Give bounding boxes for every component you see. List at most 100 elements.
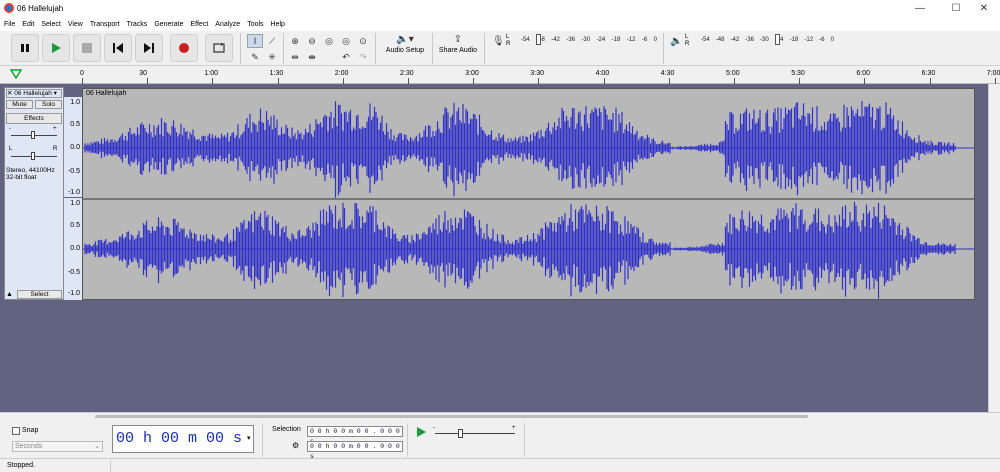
ruler-tick-label: 3:30 <box>530 70 545 77</box>
mute-button[interactable]: Mute <box>6 100 33 109</box>
ruler-tick-label: 5:30 <box>791 70 805 77</box>
scale-label: 0.5 <box>70 222 80 229</box>
play-at-speed-icon[interactable] <box>416 427 426 437</box>
snap-checkbox[interactable] <box>12 427 20 435</box>
pan-slider-thumb[interactable] <box>31 152 35 160</box>
silence-icon[interactable]: ⇼ <box>304 50 320 64</box>
skip-start-button[interactable] <box>104 34 132 62</box>
selection-end-field[interactable]: 0 0 h 0 0 m 0 0 . 0 0 0 s <box>307 441 403 460</box>
zoom-out-icon[interactable]: ⊖ <box>304 34 320 48</box>
chevron-down-icon: ▾ <box>247 435 251 442</box>
rec-meter-left-label: L <box>506 34 510 40</box>
menu-generate[interactable]: Generate <box>154 18 183 31</box>
snap-unit-select[interactable]: Seconds ⌄ <box>12 441 103 452</box>
track-name: 06 Hallelujah <box>14 90 52 97</box>
time-display[interactable]: 00 h 00 m 00 s ▾ <box>112 425 254 453</box>
clip-title[interactable]: 06 Hallelujah <box>83 89 974 98</box>
scale-label: 0.0 <box>70 245 80 252</box>
microphone-icon[interactable]: 🎙 <box>492 36 505 47</box>
play-button[interactable] <box>42 34 70 62</box>
vertical-scale-right: 1.0 0.5 0.0 -0.5 -1.0 <box>64 198 82 300</box>
redo-icon[interactable]: ↷ <box>355 50 371 64</box>
timeline-ruler[interactable]: 0 30 1:00 1:30 2:00 2:30 3:00 3:30 4:00 4:30 5:00 5… <box>0 66 1000 84</box>
menu-edit[interactable]: Edit <box>22 18 34 31</box>
pan-left-label: L <box>9 146 13 152</box>
menu-effect[interactable]: Effect <box>191 18 209 31</box>
collapse-track-icon[interactable]: ▲ <box>6 290 16 299</box>
menu-analyze[interactable]: Analyze <box>215 18 240 31</box>
menu-select[interactable]: Select <box>41 18 60 31</box>
skip-end-button[interactable] <box>135 34 163 62</box>
scale-label: -0.5 <box>67 168 80 175</box>
zoom-toggle-icon[interactable]: ⊙ <box>355 34 371 48</box>
selection-settings-icon[interactable]: ⚙ <box>292 441 299 450</box>
solo-button[interactable]: Solo <box>35 100 62 109</box>
effects-button[interactable]: Effects <box>6 113 62 124</box>
share-audio-label: Share Audio <box>438 47 478 54</box>
skip-end-icon <box>144 43 154 53</box>
ruler-tick-label: 2:30 <box>400 70 414 77</box>
audio-setup-button[interactable]: 🔈▾ Audio Setup <box>380 34 430 64</box>
audio-clip[interactable]: 06 Hallelujah <box>82 88 975 300</box>
meter-tick: -6 <box>819 37 825 43</box>
record-button[interactable] <box>170 34 198 62</box>
fit-selection-icon[interactable]: ◎ <box>321 34 337 48</box>
skip-start-icon <box>113 43 123 53</box>
play-meter-left-label: L <box>685 34 689 40</box>
stop-button[interactable] <box>73 34 101 62</box>
scale-label: 1.0 <box>70 200 80 207</box>
menu-help[interactable]: Help <box>271 18 285 31</box>
waveform[interactable] <box>83 98 974 299</box>
play-meter-slider[interactable] <box>775 34 780 45</box>
snap-label: Snap <box>22 427 39 434</box>
play-meter-right-label: R <box>685 41 690 47</box>
draw-tool-icon[interactable]: ✎ <box>247 50 263 64</box>
menu-file[interactable]: File <box>4 18 15 31</box>
close-button[interactable]: ✕ <box>968 0 1000 18</box>
meter-tick: -18 <box>789 37 799 43</box>
track-control-panel: ✕ 06 Hallelujah ▾ Mute Solo Effects - + … <box>4 87 64 300</box>
loop-button[interactable] <box>205 34 233 62</box>
pin-head-icon[interactable] <box>10 69 22 79</box>
ruler-tick-label: 7:00 <box>986 70 1000 77</box>
menu-view[interactable]: View <box>68 18 83 31</box>
trim-icon[interactable]: ⇹ <box>287 50 303 64</box>
minimize-button[interactable]: — <box>904 0 936 18</box>
select-track-button[interactable]: Select <box>17 290 62 299</box>
play-speed-slider[interactable] <box>435 433 515 434</box>
meter-tick: -12 <box>626 37 636 43</box>
menu-transport[interactable]: Transport <box>90 18 120 31</box>
record-meter[interactable]: -54 -48 -42 -36 -30 -24 -18 -12 -6 0 <box>521 37 657 43</box>
playback-speaker-icon[interactable]: 🔈 <box>670 36 682 47</box>
menu-tools[interactable]: Tools <box>247 18 263 31</box>
track-menu-button[interactable]: ✕ 06 Hallelujah ▾ <box>6 89 62 98</box>
fit-project-icon[interactable]: ◎ <box>338 34 354 48</box>
share-audio-button[interactable]: ⇪ Share Audio <box>435 34 481 64</box>
close-track-icon[interactable]: ✕ <box>7 90 12 97</box>
meter-tick: -54 <box>701 37 710 43</box>
meter-tick: -36 <box>745 37 754 43</box>
audio-setup-label: Audio Setup <box>385 47 425 54</box>
pause-button[interactable] <box>11 34 39 62</box>
gain-slider-thumb[interactable] <box>31 131 35 139</box>
menu-tracks[interactable]: Tracks <box>127 18 148 31</box>
vertical-scrollbar[interactable] <box>988 84 1000 412</box>
play-speed-thumb[interactable] <box>458 429 463 438</box>
meter-tick: -18 <box>611 37 621 43</box>
ruler-tick-label: 1:00 <box>204 70 219 77</box>
envelope-tool-icon[interactable]: ⟋ <box>264 34 280 48</box>
title-bar: 06 Hallelujah — ☐ ✕ <box>0 0 1000 18</box>
multi-tool-icon[interactable]: ✳ <box>264 50 280 64</box>
undo-icon[interactable]: ↶ <box>338 50 354 64</box>
ruler-tick-label: 3:00 <box>465 70 479 77</box>
rec-meter-slider[interactable] <box>536 34 541 45</box>
zoom-in-icon[interactable]: ⊕ <box>287 34 303 48</box>
scale-label: -1.0 <box>67 189 80 196</box>
playback-meter[interactable]: -54 -48 -42 -36 -30 -24 -18 -12 -6 0 <box>701 37 834 43</box>
toolbar: I ⟋ ✎ ✳ ⊕ ⊖ ◎ ◎ ⊙ ⇹ ⇼ ↶ ↷ 🔈▾ Audio Setup… <box>0 31 1000 66</box>
selection-label: Selection <box>272 426 301 433</box>
selection-start-field[interactable]: 0 0 h 0 0 m 0 0 . 0 0 0 s <box>307 426 403 445</box>
ruler-tick-label: 0 <box>80 70 84 77</box>
horizontal-scrollbar[interactable] <box>95 415 808 418</box>
selection-tool-icon[interactable]: I <box>247 34 263 48</box>
